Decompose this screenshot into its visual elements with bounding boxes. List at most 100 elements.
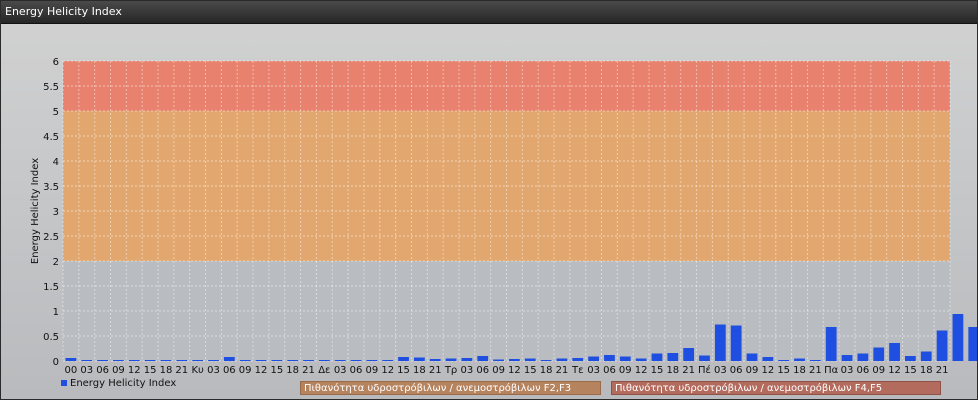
y-tick-label: 1.5 [43, 282, 59, 293]
bar-48[interactable] [825, 327, 837, 361]
bar-35[interactable] [619, 356, 631, 362]
y-tick-label: 2 [53, 257, 59, 268]
bar-57[interactable] [968, 327, 977, 361]
x-tick-label: 00 [65, 365, 78, 376]
x-tick-label: 09 [872, 365, 885, 376]
y-tick-label: 5 [53, 107, 59, 118]
bar-52[interactable] [889, 343, 900, 361]
bar-17[interactable] [334, 360, 346, 361]
bar-37[interactable] [651, 353, 663, 362]
x-tick-label: 06 [476, 365, 489, 376]
bar-9[interactable] [208, 360, 219, 361]
x-tick-label: 21 [936, 365, 949, 376]
x-axis-ticks: 00 03 06 09 12 15 18 21 Κυ 03 06 09 12 15 18 21 Δε 03 06 09… [65, 364, 949, 376]
bar-32[interactable] [572, 358, 584, 361]
x-tick-label: 15 [777, 365, 790, 376]
bar-40[interactable] [699, 355, 710, 362]
bar-45[interactable] [778, 360, 790, 361]
bar-28[interactable] [509, 359, 520, 361]
bar-31[interactable] [556, 358, 568, 362]
x-tick-label: 12 [381, 365, 394, 376]
x-tick-label: 21 [175, 365, 188, 376]
bar-21[interactable] [398, 357, 409, 361]
legend-swatch-series [61, 380, 67, 386]
bar-49[interactable] [841, 355, 853, 361]
x-tick-label: 12 [508, 365, 521, 376]
bar-22[interactable] [413, 357, 425, 362]
bar-44[interactable] [762, 357, 774, 361]
bar-14[interactable] [287, 360, 299, 361]
x-tick-label: 21 [556, 365, 569, 376]
x-tick-label: 12 [761, 365, 774, 376]
x-tick-label: 18 [540, 365, 553, 376]
bar-50[interactable] [857, 353, 869, 362]
x-tick-label: 09 [492, 365, 505, 376]
x-tick-label: 06 [223, 365, 236, 376]
bar-6[interactable] [160, 360, 172, 361]
bar-23[interactable] [429, 359, 441, 361]
y-tick-label: 6 [53, 57, 59, 68]
x-tick-label: 12 [255, 365, 268, 376]
bar-12[interactable] [255, 360, 267, 361]
y-tick-label: 2.5 [43, 232, 59, 243]
bar-27[interactable] [493, 359, 504, 362]
bar-25[interactable] [461, 358, 473, 361]
x-tick-label: 12 [635, 365, 648, 376]
x-tick-label: 15 [144, 365, 157, 376]
bar-41[interactable] [714, 324, 726, 362]
x-tick-label: 06 [603, 365, 616, 376]
bar-56[interactable] [952, 314, 964, 361]
bar-53[interactable] [905, 356, 916, 361]
x-tick-label: Δε [318, 365, 330, 376]
x-tick-label: 09 [619, 365, 632, 376]
y-tick-label: 0.5 [43, 332, 59, 343]
bar-4[interactable] [128, 360, 140, 361]
x-tick-label: 15 [270, 365, 283, 376]
bar-46[interactable] [794, 358, 805, 362]
bar-33[interactable] [588, 356, 600, 362]
bar-29[interactable] [524, 358, 536, 362]
y-axis-label: Energy Helicity Index [30, 158, 41, 264]
y-tick-label: 4.5 [43, 132, 59, 143]
bar-26[interactable] [477, 356, 489, 361]
x-tick-label: 21 [809, 365, 822, 376]
bar-34[interactable] [604, 355, 615, 361]
bar-39[interactable] [683, 348, 695, 361]
x-tick-label: Τε [571, 365, 584, 376]
x-tick-label: 15 [904, 365, 917, 376]
bar-11[interactable] [239, 360, 251, 361]
x-tick-label: 21 [682, 365, 695, 376]
bar-1[interactable] [81, 360, 93, 361]
x-tick-label: 09 [239, 365, 252, 376]
bar-15[interactable] [303, 360, 314, 361]
bar-42[interactable] [730, 325, 742, 362]
bar-0[interactable] [65, 358, 77, 361]
x-tick-label: Πα [824, 365, 839, 376]
bar-43[interactable] [746, 353, 758, 362]
bar-16[interactable] [318, 360, 330, 361]
bar-19[interactable] [366, 360, 378, 361]
bar-8[interactable] [192, 360, 204, 361]
bar-7[interactable] [176, 360, 188, 361]
bar-51[interactable] [873, 347, 885, 362]
legend-band-f2f3[interactable]: Πιθανότητα υδροστρόβιλων / ανεμοστρόβιλω… [300, 381, 601, 395]
bar-13[interactable] [271, 360, 283, 361]
bar-47[interactable] [809, 360, 821, 361]
legend-label-series[interactable]: Energy Helicity Index [70, 378, 176, 389]
bar-30[interactable] [540, 360, 552, 361]
bar-10[interactable] [223, 357, 235, 361]
x-tick-label: 18 [793, 365, 806, 376]
bar-36[interactable] [635, 358, 647, 362]
bar-24[interactable] [445, 358, 457, 362]
bar-20[interactable] [382, 360, 394, 361]
bar-38[interactable] [667, 353, 679, 361]
bar-2[interactable] [97, 360, 108, 361]
bar-55[interactable] [936, 330, 948, 362]
bar-18[interactable] [350, 360, 362, 361]
bar-54[interactable] [920, 351, 932, 362]
legend-band-f4f5[interactable]: Πιθανότητα υδροστρόβιλων / ανεμοστρόβιλω… [611, 381, 941, 395]
bar-3[interactable] [113, 360, 124, 361]
bar-5[interactable] [144, 360, 156, 361]
x-tick-label: 03 [587, 365, 600, 376]
helicity-chart: 00.511.522.533.544.555.56 00 03 06 09 12 15 18… [30, 57, 977, 389]
